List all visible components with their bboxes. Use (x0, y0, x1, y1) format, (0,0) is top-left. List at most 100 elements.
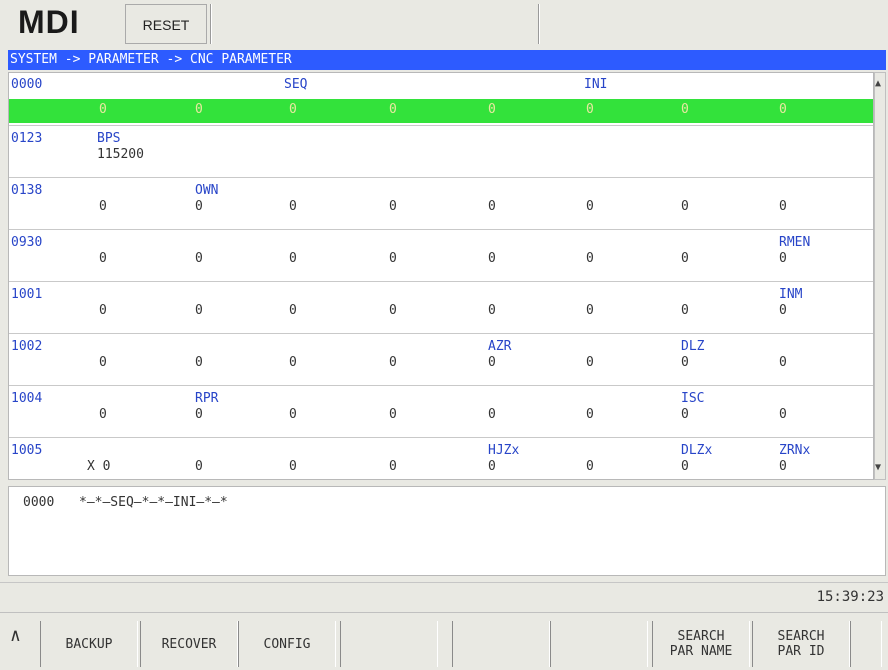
bit-value[interactable]: 0 (586, 355, 666, 370)
softkey-backup[interactable]: BACKUP (40, 621, 138, 667)
table-row[interactable]: 0123 BPS 115200 (9, 127, 873, 178)
bit-cell[interactable]: 0 (289, 287, 369, 318)
bit-value[interactable]: X 0 (87, 459, 167, 474)
table-row[interactable]: 0138 0 OWN 0 0 0 0 0 0 0 (9, 179, 873, 230)
bit-cell[interactable]: 0 (195, 287, 275, 318)
softkey-return-up-icon[interactable]: ∧ (10, 625, 21, 646)
bit-value[interactable]: 0 (488, 459, 568, 474)
bit-cell[interactable]: 0 (586, 235, 666, 266)
bit-cell[interactable]: 0 (779, 391, 859, 422)
bit-value[interactable]: 0 (195, 199, 275, 214)
bit-cell[interactable]: 0 (195, 339, 275, 370)
softkey-recover[interactable]: RECOVER (140, 621, 238, 667)
bit-cell[interactable]: 0 (289, 391, 369, 422)
table-row[interactable]: 1004 0 RPR 0 0 0 0 0 ISC 0 0 (9, 387, 873, 438)
bit-value[interactable]: 0 (389, 355, 469, 370)
bit-cell[interactable]: 0 (99, 183, 179, 214)
bit-value[interactable]: 0 (779, 355, 859, 370)
bit-cell[interactable]: 0 (586, 183, 666, 214)
bit-value[interactable]: 0 (389, 251, 469, 266)
scroll-down-arrow-icon[interactable]: ▼ (875, 462, 881, 473)
bit-value[interactable]: 0 (488, 102, 568, 117)
bit-cell[interactable]: 0 (389, 287, 469, 318)
bit-cell[interactable]: OWN 0 (195, 183, 275, 214)
bit-value[interactable]: 0 (681, 407, 761, 422)
bit-value[interactable]: 0 (681, 459, 761, 474)
bit-cell[interactable]: 0 (779, 183, 859, 214)
bit-cell[interactable]: 0 (586, 443, 666, 474)
bit-cell[interactable]: 0 (289, 183, 369, 214)
bit-value[interactable]: 0 (289, 102, 369, 117)
bit-cell[interactable]: 0 (389, 235, 469, 266)
bit-cell[interactable]: 0 (586, 339, 666, 370)
bit-cell[interactable]: X 0 (87, 443, 167, 474)
bit-cell[interactable]: 0 (586, 391, 666, 422)
bit-value[interactable]: 0 (99, 251, 179, 266)
scroll-up-arrow-icon[interactable]: ▲ (875, 78, 881, 89)
softkey-empty-3[interactable] (340, 621, 438, 667)
bit-cell[interactable]: 0 (389, 443, 469, 474)
bit-value[interactable]: 0 (195, 251, 275, 266)
softkey-search-par-id[interactable]: SEARCH PAR ID (752, 621, 850, 667)
bit-value[interactable]: 0 (99, 355, 179, 370)
bit-value[interactable]: 0 (389, 303, 469, 318)
bit-cell[interactable]: 0 (488, 391, 568, 422)
bit-cell[interactable]: 0 (99, 391, 179, 422)
param-cell[interactable]: BPS 115200 (97, 131, 217, 162)
bit-value[interactable]: 0 (586, 102, 666, 117)
bit-value[interactable]: 0 (389, 407, 469, 422)
bit-cell[interactable]: 0 (195, 443, 275, 474)
bit-value[interactable]: 0 (779, 102, 859, 117)
bit-value[interactable]: 0 (681, 355, 761, 370)
bit-cell[interactable]: 0 (488, 183, 568, 214)
bit-value[interactable]: 0 (289, 303, 369, 318)
bit-value[interactable]: 0 (289, 355, 369, 370)
bit-value[interactable]: 0 (586, 407, 666, 422)
bit-cell[interactable]: HJZx 0 (488, 443, 568, 474)
softkey-empty-4[interactable] (452, 621, 550, 667)
bit-value[interactable]: 0 (99, 199, 179, 214)
softkey-config[interactable]: CONFIG (238, 621, 336, 667)
bit-value[interactable]: 0 (195, 355, 275, 370)
bit-cell[interactable]: 0 (779, 339, 859, 370)
bit-cell[interactable]: RPR 0 (195, 391, 275, 422)
bit-value[interactable]: 0 (488, 407, 568, 422)
bit-cell[interactable]: INM 0 (779, 287, 859, 318)
bit-cell[interactable]: 0 (289, 235, 369, 266)
bit-value[interactable]: 0 (289, 459, 369, 474)
bit-value[interactable]: 0 (586, 251, 666, 266)
bit-cell[interactable]: DLZ 0 (681, 339, 761, 370)
bit-cell[interactable]: RMEN 0 (779, 235, 859, 266)
bit-cell[interactable]: 0 (488, 235, 568, 266)
bit-cell[interactable]: 0 (389, 339, 469, 370)
bit-cell[interactable]: AZR 0 (488, 339, 568, 370)
bit-value[interactable]: 0 (289, 199, 369, 214)
bit-cell[interactable]: 0 (99, 235, 179, 266)
bit-value[interactable]: 0 (488, 199, 568, 214)
table-row[interactable]: 1001 0 0 0 0 0 0 0 INM 0 (9, 283, 873, 334)
bit-value[interactable]: 0 (586, 459, 666, 474)
bit-value[interactable]: 0 (195, 303, 275, 318)
bit-value[interactable]: 0 (779, 303, 859, 318)
bit-cell[interactable]: 0 (389, 183, 469, 214)
bit-value[interactable]: 0 (99, 407, 179, 422)
bit-value[interactable]: 0 (779, 251, 859, 266)
softkey-empty-5[interactable] (550, 621, 648, 667)
bit-value[interactable]: 0 (488, 251, 568, 266)
bit-value[interactable]: 0 (779, 459, 859, 474)
bit-cell[interactable]: 0 (195, 235, 275, 266)
bit-value[interactable]: 0 (99, 102, 179, 117)
table-row[interactable]: 1005 X 0 0 0 0 HJZx 0 0 DLZx 0 ZRNx 0 (9, 439, 873, 490)
bit-value[interactable]: 0 (681, 303, 761, 318)
scrollbar[interactable] (874, 72, 886, 480)
bit-value[interactable]: 0 (289, 407, 369, 422)
bit-cell[interactable]: ISC 0 (681, 391, 761, 422)
table-row[interactable]: 0000 SEQ INI 0 0 0 0 0 0 0 0 (9, 73, 873, 126)
bit-value[interactable]: 0 (389, 459, 469, 474)
bit-value[interactable]: 0 (586, 199, 666, 214)
bit-value[interactable]: 0 (681, 251, 761, 266)
bit-value[interactable]: 0 (779, 199, 859, 214)
bit-value[interactable]: 0 (389, 102, 469, 117)
bit-value[interactable]: 0 (289, 251, 369, 266)
bit-cell[interactable]: ZRNx 0 (779, 443, 859, 474)
